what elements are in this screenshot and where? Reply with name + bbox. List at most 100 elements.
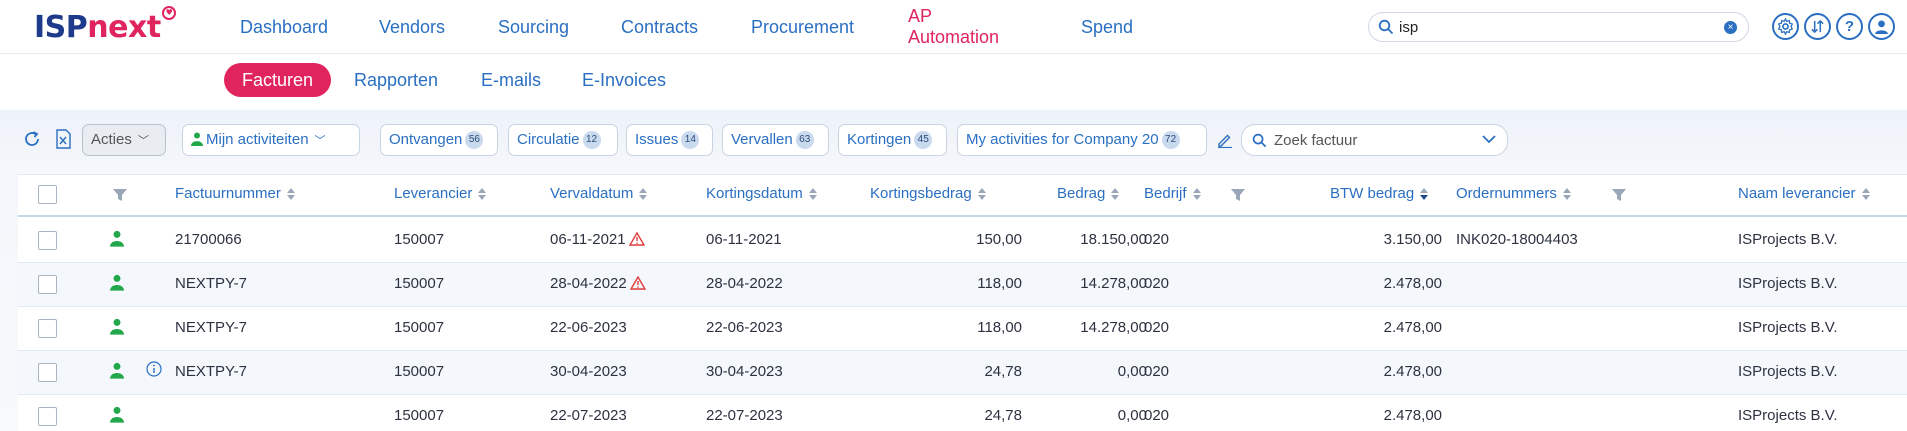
help-icon[interactable]: ?	[1836, 13, 1863, 40]
cell-kortingsbedrag: 118,00	[977, 319, 1022, 336]
cell-factuurnummer[interactable]: 21700066	[175, 231, 242, 248]
table-row[interactable]: NEXTPY-7 150007 22-06-2023 22-06-2023 118,00…	[18, 307, 1907, 351]
filter-kortingen[interactable]: Kortingen 45	[838, 124, 947, 156]
invoice-search[interactable]: Zoek factuur	[1241, 124, 1508, 156]
row-checkbox[interactable]	[38, 275, 57, 294]
tab-e-invoices[interactable]: E-Invoices	[582, 63, 666, 97]
sort-icon	[1111, 187, 1120, 201]
ispnext-logo[interactable]: ISPnext ♥	[34, 6, 176, 46]
nav-contracts[interactable]: Contracts	[621, 17, 698, 38]
header-ordernummers[interactable]: Ordernummers	[1456, 185, 1571, 202]
chevron-down-icon: ﹀	[314, 135, 326, 147]
cell-leverancier: 150007	[394, 407, 445, 424]
filter-issues[interactable]: Issues 14	[626, 124, 713, 156]
info-icon[interactable]	[146, 361, 162, 377]
filter-my-activities-company[interactable]: My activities for Company 20 72	[957, 124, 1207, 156]
cell-bedrijf: 020	[1144, 319, 1170, 336]
table-row[interactable]: 150007 22-07-2023 22-07-2023 24,78 0,00 020 2.…	[18, 395, 1907, 431]
row-checkbox[interactable]	[38, 319, 57, 338]
nav-sourcing[interactable]: Sourcing	[498, 17, 569, 38]
cell-factuurnummer[interactable]: NEXTPY-7	[175, 363, 247, 380]
chevron-down-icon[interactable]	[1482, 135, 1496, 145]
cell-kortingsbedrag: 150,00	[976, 231, 1022, 248]
nav-dashboard[interactable]: Dashboard	[240, 17, 328, 38]
header-kortingsbedrag[interactable]: Kortingsbedrag	[870, 185, 986, 202]
cell-factuurnummer[interactable]: NEXTPY-7	[175, 275, 247, 292]
nav-ap-automation[interactable]: AP Automation	[908, 6, 999, 48]
global-search-input[interactable]	[1399, 17, 1699, 37]
filter-label: Issues	[635, 131, 679, 148]
nav-spend[interactable]: Spend	[1081, 17, 1133, 38]
filter-icon[interactable]	[1612, 189, 1626, 202]
cell-leverancier: 150007	[394, 363, 445, 380]
row-checkbox[interactable]	[38, 363, 57, 382]
table-row[interactable]: 21700066 150007 06-11-2021 06-11-2021 150,00…	[18, 219, 1907, 263]
cell-vervaldatum: 06-11-2021	[550, 231, 645, 248]
settings-icon[interactable]	[1772, 13, 1799, 40]
row-checkbox[interactable]	[38, 407, 57, 426]
acties-dropdown[interactable]: Acties ﹀	[82, 124, 166, 156]
cell-vervaldatum: 30-04-2023	[550, 363, 627, 380]
header-factuurnummer[interactable]: Factuurnummer	[175, 185, 295, 202]
global-search[interactable]: ×	[1368, 12, 1749, 42]
tab-e-mails[interactable]: E-mails	[481, 63, 541, 97]
filter-ontvangen[interactable]: Ontvangen 56	[380, 124, 498, 156]
header-naam-leverancier[interactable]: Naam leverancier	[1738, 185, 1870, 202]
filter-icon[interactable]	[113, 189, 127, 202]
cell-leverancier: 150007	[394, 231, 445, 248]
sync-icon[interactable]	[1804, 13, 1831, 40]
header-kortingsdatum[interactable]: Kortingsdatum	[706, 185, 817, 202]
cell-bedrag: 0,00	[1117, 363, 1147, 380]
cell-btw-bedrag: 2.478,00	[1383, 275, 1442, 292]
cell-naam-leverancier: ISProjects B.V.	[1738, 319, 1838, 336]
nav-procurement[interactable]: Procurement	[751, 17, 854, 38]
person-icon	[110, 274, 124, 291]
cell-btw-bedrag: 3.150,00	[1383, 231, 1442, 248]
header-btw-bedrag[interactable]: BTW bedrag	[1330, 185, 1429, 202]
sort-icon	[639, 187, 648, 201]
cell-kortingsbedrag: 24,78	[984, 407, 1022, 424]
sort-icon	[478, 187, 487, 201]
nav-vendors[interactable]: Vendors	[379, 17, 445, 38]
header-bedrag[interactable]: Bedrag	[1057, 185, 1120, 202]
mijn-activiteiten-label: Mijn activiteiten	[206, 131, 309, 148]
filter-vervallen[interactable]: Vervallen 63	[722, 124, 829, 156]
table-row[interactable]: NEXTPY-7 150007 28-04-2022 28-04-2022 118,00…	[18, 263, 1907, 307]
count-badge: 12	[582, 131, 601, 150]
cell-bedrijf: 020	[1144, 407, 1170, 424]
excel-export-icon[interactable]	[56, 129, 71, 149]
cell-kortingsdatum: 30-04-2023	[706, 363, 783, 380]
row-checkbox[interactable]	[38, 231, 57, 250]
logo-text-next: next	[87, 10, 161, 45]
top-navigation-bar: ISPnext ♥ Dashboard Vendors Sourcing Con…	[0, 0, 1907, 54]
cell-kortingsdatum: 22-07-2023	[706, 407, 783, 424]
mijn-activiteiten-dropdown[interactable]: Mijn activiteiten ﹀	[182, 124, 360, 156]
logo-badge-icon: ♥	[162, 6, 176, 20]
header-vervaldatum[interactable]: Vervaldatum	[550, 185, 648, 202]
table-row[interactable]: NEXTPY-7 150007 30-04-2023 30-04-2023 24,78 0…	[18, 351, 1907, 395]
invoice-search-placeholder[interactable]: Zoek factuur	[1274, 132, 1357, 149]
tab-facturen[interactable]: Facturen	[224, 63, 332, 97]
person-icon	[110, 362, 124, 379]
chevron-down-icon: ﹀	[137, 135, 149, 147]
sort-desc-icon	[1420, 187, 1429, 201]
select-all-checkbox[interactable]	[38, 185, 57, 204]
tab-rapporten[interactable]: Rapporten	[354, 63, 438, 97]
cell-bedrijf: 020	[1144, 275, 1170, 292]
cell-factuurnummer[interactable]: NEXTPY-7	[175, 319, 247, 336]
cell-btw-bedrag: 2.478,00	[1383, 407, 1442, 424]
header-bedrijf[interactable]: Bedrijf	[1144, 185, 1201, 202]
acties-label: Acties	[91, 131, 132, 148]
cell-vervaldatum: 22-07-2023	[550, 407, 627, 424]
filter-icon[interactable]	[1231, 189, 1245, 202]
cell-leverancier: 150007	[394, 275, 445, 292]
sort-icon	[1562, 187, 1571, 201]
refresh-icon[interactable]	[23, 130, 41, 148]
edit-pencil-icon[interactable]	[1217, 132, 1233, 148]
clear-search-icon[interactable]: ×	[1724, 21, 1737, 34]
cell-vervaldatum: 28-04-2022	[550, 275, 646, 292]
filter-circulatie[interactable]: Circulatie 12	[508, 124, 618, 156]
header-leverancier[interactable]: Leverancier	[394, 185, 487, 202]
user-icon[interactable]	[1868, 13, 1895, 40]
filter-label: Vervallen	[731, 131, 793, 148]
